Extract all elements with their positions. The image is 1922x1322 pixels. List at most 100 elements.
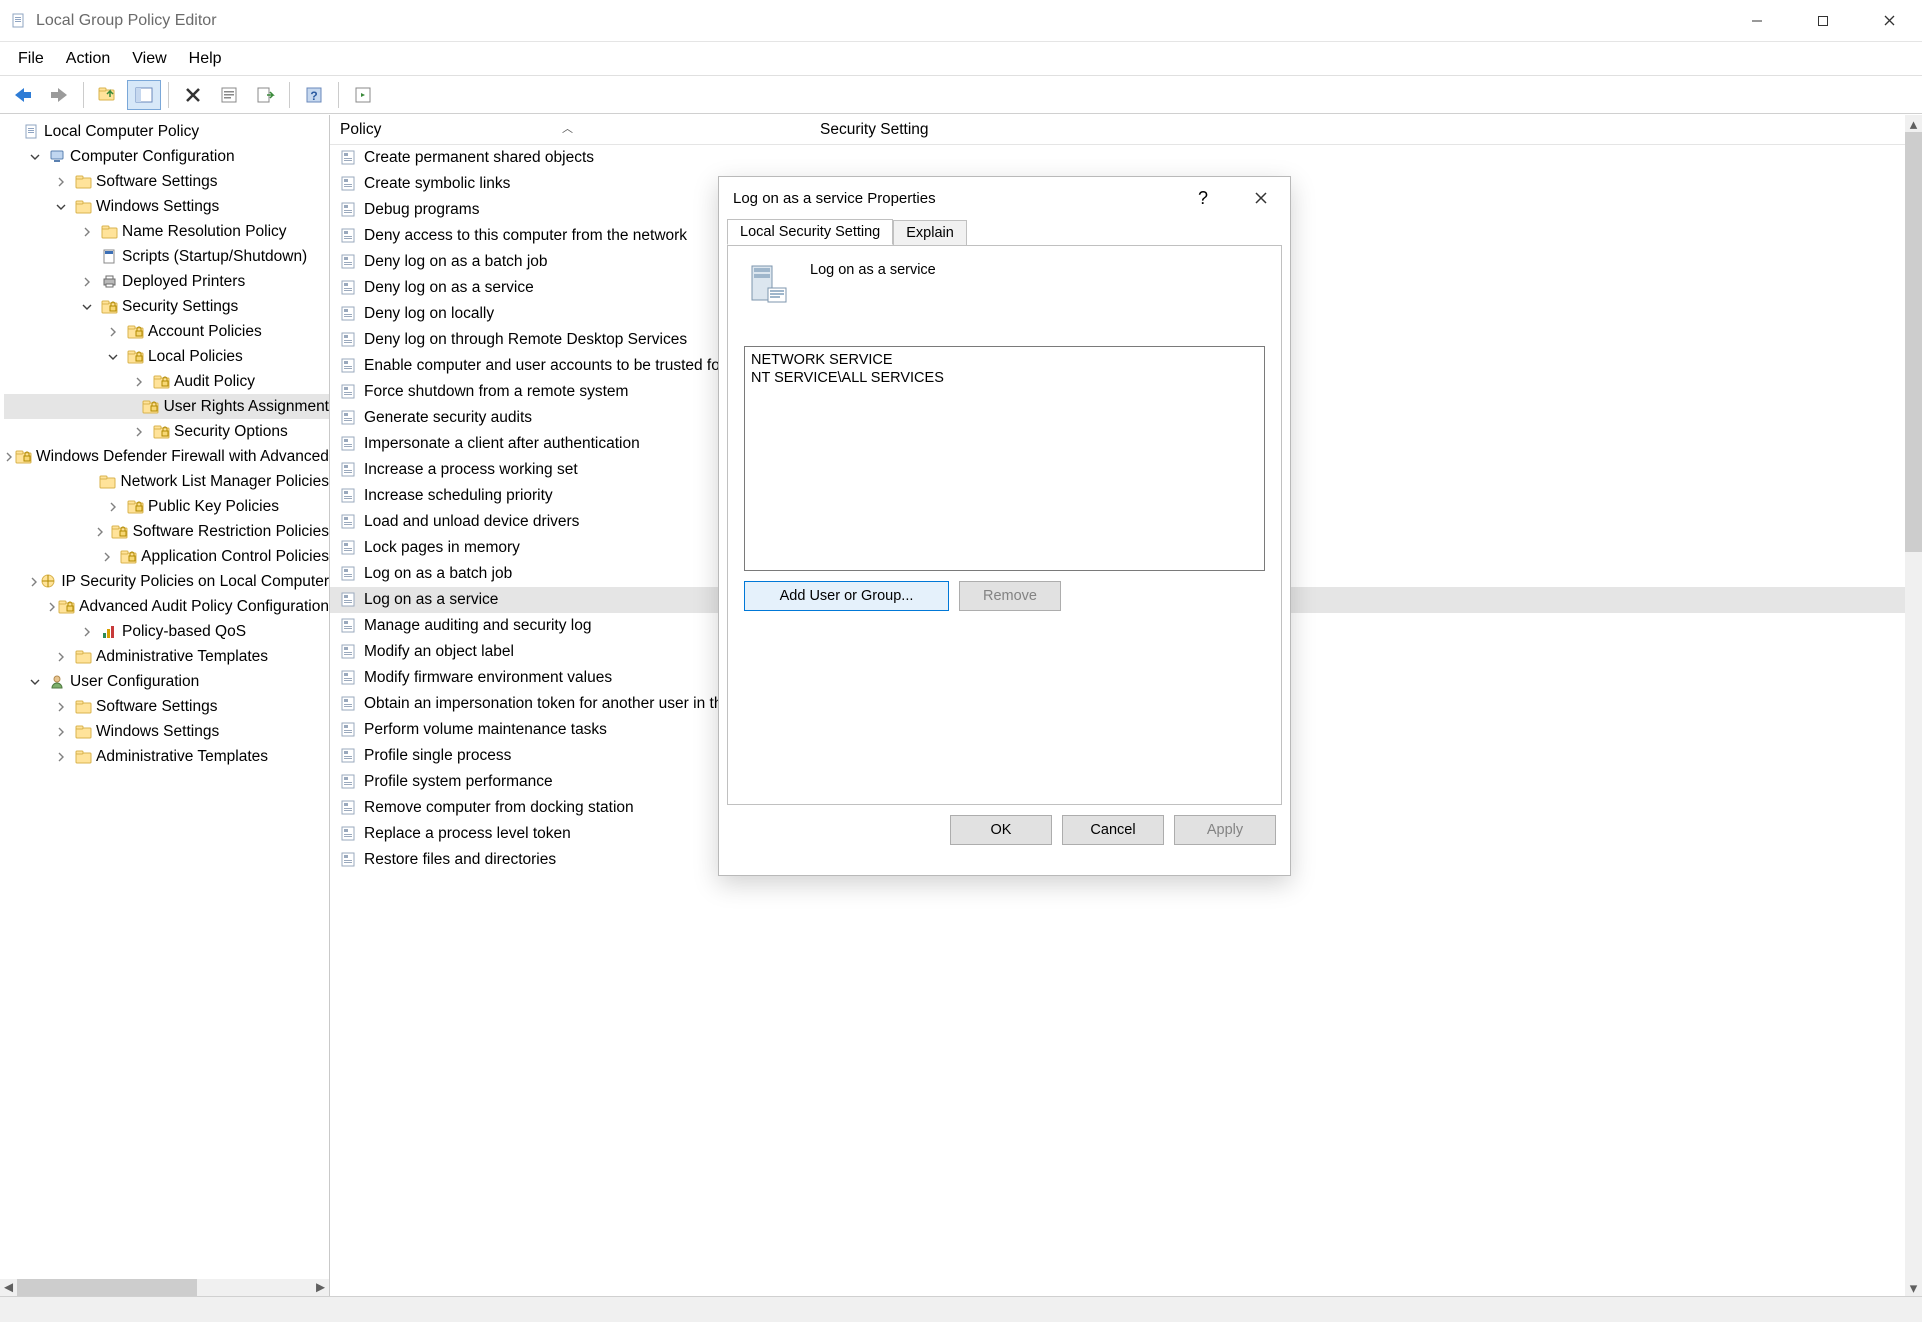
chevron-right-icon[interactable] [82, 227, 100, 237]
minimize-button[interactable] [1724, 0, 1790, 42]
dialog-help-button[interactable]: ? [1174, 177, 1232, 219]
chevron-down-icon[interactable] [30, 152, 48, 162]
tree-item[interactable]: Security Options [4, 419, 329, 444]
chevron-right-icon[interactable] [95, 527, 111, 537]
tree-item[interactable]: Windows Settings [4, 719, 329, 744]
menu-file[interactable]: File [8, 46, 54, 72]
policy-label: Profile single process [364, 747, 511, 765]
tree-item[interactable]: Advanced Audit Policy Configuration [4, 594, 329, 619]
lockfolder-icon [126, 323, 144, 341]
chevron-right-icon[interactable] [56, 702, 74, 712]
tree-item[interactable]: Audit Policy [4, 369, 329, 394]
cancel-button[interactable]: Cancel [1062, 815, 1164, 845]
member-item[interactable]: NT SERVICE\ALL SERVICES [751, 369, 1258, 387]
folder-icon [74, 173, 92, 191]
chevron-right-icon[interactable] [134, 377, 152, 387]
chevron-right-icon[interactable] [56, 177, 74, 187]
forward-button[interactable] [42, 80, 76, 110]
chevron-right-icon[interactable] [82, 277, 100, 287]
tree-item[interactable]: User Rights Assignment [4, 394, 329, 419]
menu-view[interactable]: View [122, 46, 176, 72]
chevron-down-icon[interactable] [82, 302, 100, 312]
member-item[interactable]: NETWORK SERVICE [751, 351, 1258, 369]
tab-explain[interactable]: Explain [893, 220, 967, 245]
chevron-right-icon[interactable] [56, 652, 74, 662]
members-listbox[interactable]: NETWORK SERVICENT SERVICE\ALL SERVICES [744, 346, 1265, 571]
tree-item[interactable]: Name Resolution Policy [4, 219, 329, 244]
tree-item[interactable]: Windows Settings [4, 194, 329, 219]
chevron-right-icon[interactable] [108, 502, 126, 512]
tree-item[interactable]: Application Control Policies [4, 544, 329, 569]
add-user-group-button[interactable]: Add User or Group... [744, 581, 949, 611]
column-security-setting[interactable]: Security Setting [814, 121, 1922, 139]
show-hide-tree-button[interactable] [127, 80, 161, 110]
dialog-close-button[interactable] [1232, 177, 1290, 219]
tree-item[interactable]: User Configuration [4, 669, 329, 694]
scroll-up-icon[interactable]: ▴ [1905, 115, 1922, 132]
refresh-policy-button[interactable] [346, 80, 380, 110]
chevron-right-icon[interactable] [102, 552, 119, 562]
ok-button[interactable]: OK [950, 815, 1052, 845]
apply-button[interactable]: Apply [1174, 815, 1276, 845]
tree-item[interactable]: Administrative Templates [4, 644, 329, 669]
properties-button[interactable] [212, 80, 246, 110]
close-button[interactable] [1856, 0, 1922, 42]
folder-icon [100, 223, 118, 241]
tree-item[interactable]: Windows Defender Firewall with Advanced … [4, 444, 329, 469]
menu-help[interactable]: Help [179, 46, 232, 72]
tab-local-security-setting[interactable]: Local Security Setting [727, 219, 893, 245]
maximize-button[interactable] [1790, 0, 1856, 42]
tree-item[interactable]: Local Policies [4, 344, 329, 369]
column-policy[interactable]: Policy ︿ [330, 121, 814, 139]
menu-action[interactable]: Action [56, 46, 120, 72]
policy-label: Lock pages in memory [364, 539, 520, 557]
folder-icon [74, 723, 92, 741]
chevron-right-icon[interactable] [134, 427, 152, 437]
scroll-right-icon[interactable]: ► [312, 1279, 329, 1296]
policy-label: Modify firmware environment values [364, 669, 612, 687]
policy-label: Deny log on as a service [364, 279, 534, 297]
tree-item[interactable]: Public Key Policies [4, 494, 329, 519]
tree-item[interactable]: Account Policies [4, 319, 329, 344]
tree-item[interactable]: Software Settings [4, 694, 329, 719]
tree-item[interactable]: Software Settings [4, 169, 329, 194]
tree-item[interactable]: Scripts (Startup/Shutdown) [4, 244, 329, 269]
tree-item[interactable]: Local Computer Policy [4, 119, 329, 144]
tree-horizontal-scrollbar[interactable]: ◄ ► [0, 1279, 329, 1296]
tree-item[interactable]: Policy-based QoS [4, 619, 329, 644]
delete-button[interactable] [176, 80, 210, 110]
chevron-right-icon[interactable] [82, 627, 100, 637]
policy-icon [340, 227, 358, 245]
chevron-right-icon[interactable] [56, 727, 74, 737]
tree-item[interactable]: Deployed Printers [4, 269, 329, 294]
chevron-right-icon[interactable] [29, 577, 39, 587]
scroll-down-icon[interactable]: ▾ [1905, 1279, 1922, 1296]
chevron-right-icon[interactable] [47, 602, 57, 612]
help-button[interactable]: ? [297, 80, 331, 110]
chevron-right-icon[interactable] [56, 752, 74, 762]
remove-button[interactable]: Remove [959, 581, 1061, 611]
tree-item[interactable]: Computer Configuration [4, 144, 329, 169]
tree-item[interactable]: Network List Manager Policies [4, 469, 329, 494]
chevron-down-icon[interactable] [108, 352, 126, 362]
scroll-thumb[interactable] [1905, 132, 1922, 552]
policy-row[interactable]: Create permanent shared objects [330, 145, 1922, 171]
scroll-left-icon[interactable]: ◄ [0, 1279, 17, 1296]
folder-icon [74, 648, 92, 666]
tree-item[interactable]: Administrative Templates [4, 744, 329, 769]
back-button[interactable] [6, 80, 40, 110]
scroll-thumb[interactable] [17, 1279, 197, 1296]
chevron-down-icon[interactable] [56, 202, 74, 212]
chevron-down-icon[interactable] [30, 677, 48, 687]
list-vertical-scrollbar[interactable]: ▴ ▾ [1905, 115, 1922, 1296]
chevron-right-icon[interactable] [108, 327, 126, 337]
tree-item[interactable]: IP Security Policies on Local Computer [4, 569, 329, 594]
tree-item[interactable]: Software Restriction Policies [4, 519, 329, 544]
export-button[interactable] [248, 80, 282, 110]
up-button[interactable] [91, 80, 125, 110]
chevron-right-icon[interactable] [4, 452, 14, 462]
policy-icon [340, 669, 358, 687]
tree-item[interactable]: Security Settings [4, 294, 329, 319]
tree-item-label: Advanced Audit Policy Configuration [79, 594, 329, 619]
policy-icon [340, 461, 358, 479]
